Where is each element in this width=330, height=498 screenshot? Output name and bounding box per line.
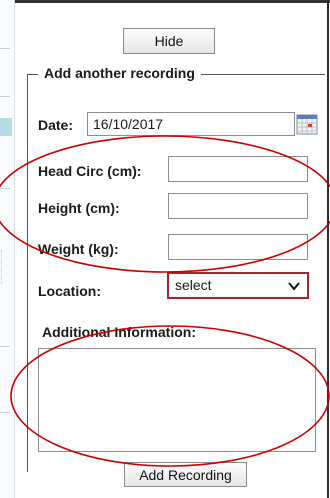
date-field[interactable]: 16/10/2017: [87, 112, 295, 136]
date-value: 16/10/2017: [93, 116, 164, 132]
date-label: Date:: [38, 117, 74, 133]
panel-top-border: [15, 0, 330, 3]
background-chart-strip: [0, 0, 15, 498]
chart-tick: [0, 188, 10, 189]
panel-right-border: [327, 0, 329, 498]
location-label: Location:: [38, 283, 101, 299]
additional-info-label: Additional Information:: [42, 324, 196, 340]
head-circ-label: Head Circ (cm):: [38, 163, 142, 179]
chart-line: [1, 250, 13, 284]
height-label: Height (cm):: [38, 200, 120, 216]
chart-tick: [0, 48, 10, 49]
head-circ-field[interactable]: [168, 156, 308, 182]
weight-field[interactable]: [168, 234, 308, 260]
chevron-down-icon: [288, 282, 300, 291]
additional-info-textarea[interactable]: [38, 348, 316, 452]
location-select[interactable]: select: [167, 272, 309, 299]
add-recording-button[interactable]: Add Recording: [124, 462, 247, 487]
calendar-icon[interactable]: [296, 113, 318, 135]
weight-label: Weight (kg):: [38, 241, 119, 257]
recording-panel: Hide Add another recording Date: 16/10/2…: [0, 0, 330, 498]
chart-tick: [0, 412, 10, 413]
fieldset-legend: Add another recording: [38, 65, 201, 81]
chart-band: [0, 118, 12, 136]
chart-tick: [0, 346, 10, 347]
chart-tick: [0, 96, 10, 97]
height-field[interactable]: [168, 193, 308, 219]
location-selected-value: select: [175, 277, 212, 293]
hide-button[interactable]: Hide: [123, 28, 215, 54]
